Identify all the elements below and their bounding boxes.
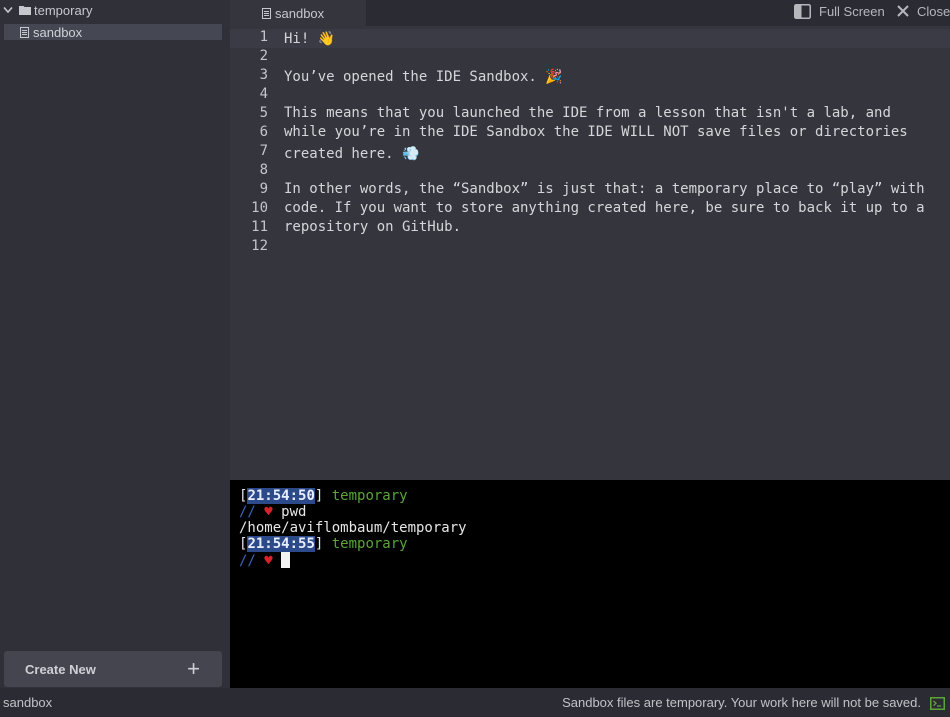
terminal-toggle-icon[interactable] bbox=[930, 697, 945, 710]
editor-line[interactable]: 11 repository on GitHub. bbox=[230, 219, 950, 238]
terminal-output-line: /home/aviflombaum/temporary bbox=[239, 520, 467, 536]
folder-label: temporary bbox=[34, 2, 93, 18]
prompt-slashes: // bbox=[239, 553, 256, 569]
line-number: 5 bbox=[259, 105, 268, 121]
editor-line[interactable]: 7 created here. 💨 bbox=[230, 143, 950, 162]
chevron-down-icon[interactable] bbox=[3, 6, 17, 14]
tab-bar: sandbox Full Screen Close bbox=[230, 0, 950, 26]
line-number: 2 bbox=[259, 48, 268, 64]
file-label: sandbox bbox=[33, 24, 83, 40]
status-project-name: sandbox bbox=[3, 695, 53, 710]
line-number: 4 bbox=[259, 86, 268, 102]
heart-icon: ♥ bbox=[264, 504, 273, 520]
file-icon bbox=[20, 26, 30, 38]
editor-line[interactable]: 9 In other words, the “Sandbox” is just … bbox=[230, 181, 950, 200]
prompt-directory: temporary bbox=[331, 536, 408, 552]
terminal-command: pwd bbox=[281, 504, 307, 520]
file-icon bbox=[262, 7, 271, 19]
line-number: 10 bbox=[251, 200, 268, 216]
file-tree-sidebar: temporary sandbox Create New + bbox=[0, 0, 230, 688]
close-label: Close bbox=[917, 3, 950, 19]
status-bar: sandbox Sandbox files are temporary. You… bbox=[0, 688, 950, 717]
editor-line[interactable]: 2 bbox=[230, 48, 950, 67]
terminal-prompt-line: [21:54:50] temporary bbox=[239, 488, 408, 504]
heart-icon: ♥ bbox=[264, 553, 273, 569]
prompt-slashes: // bbox=[239, 504, 256, 520]
line-number: 8 bbox=[259, 162, 268, 178]
editor-line[interactable]: 8 bbox=[230, 162, 950, 181]
fullscreen-label: Full Screen bbox=[819, 3, 885, 19]
fullscreen-icon bbox=[794, 3, 811, 19]
editor-line[interactable]: 12 bbox=[230, 238, 950, 257]
line-text: repository on GitHub. bbox=[284, 219, 462, 235]
editor-line[interactable]: 6 while you’re in the IDE Sandbox the ID… bbox=[230, 124, 950, 143]
line-text: This means that you launched the IDE fro… bbox=[284, 105, 891, 121]
line-text: You’ve opened the IDE Sandbox. 🎉 bbox=[284, 69, 563, 85]
prompt-directory: temporary bbox=[331, 488, 408, 504]
plus-icon: + bbox=[187, 656, 200, 681]
close-button[interactable]: Close bbox=[897, 0, 950, 22]
code-editor[interactable]: 1 Hi! 👋 2 3 You’ve opened the IDE Sandbo… bbox=[230, 26, 950, 480]
line-text: created here. 💨 bbox=[284, 146, 420, 162]
prompt-time: 21:54:55 bbox=[247, 536, 315, 552]
line-number: 1 bbox=[259, 29, 268, 45]
line-number: 6 bbox=[259, 124, 268, 140]
line-text: In other words, the “Sandbox” is just th… bbox=[284, 181, 925, 197]
line-number: 11 bbox=[251, 219, 268, 235]
tab-label: sandbox bbox=[275, 5, 325, 21]
terminal-command-line: // ♥ pwd bbox=[239, 504, 306, 520]
line-text: code. If you want to store anything crea… bbox=[284, 200, 925, 216]
editor-line[interactable]: 5 This means that you launched the IDE f… bbox=[230, 105, 950, 124]
editor-line[interactable]: 4 bbox=[230, 86, 950, 105]
terminal-panel[interactable]: [21:54:50] temporary // ♥ pwd /home/avif… bbox=[230, 480, 950, 688]
line-number: 3 bbox=[259, 67, 268, 83]
status-message: Sandbox files are temporary. Your work h… bbox=[562, 695, 921, 710]
terminal-cursor bbox=[281, 552, 291, 568]
tree-folder-temporary[interactable]: temporary bbox=[0, 0, 230, 20]
terminal-input-line[interactable]: // ♥ bbox=[239, 552, 291, 569]
folder-icon bbox=[19, 5, 31, 15]
editor-line[interactable]: 1 Hi! 👋 bbox=[230, 29, 950, 48]
editor-line[interactable]: 10 code. If you want to store anything c… bbox=[230, 200, 950, 219]
line-text: Hi! 👋 bbox=[284, 31, 336, 47]
create-new-label: Create New bbox=[25, 661, 96, 677]
tree-file-sandbox[interactable]: sandbox bbox=[4, 24, 222, 40]
prompt-time: 21:54:50 bbox=[247, 488, 315, 504]
line-number: 12 bbox=[251, 238, 268, 254]
editor-line[interactable]: 3 You’ve opened the IDE Sandbox. 🎉 bbox=[230, 67, 950, 86]
line-number: 7 bbox=[259, 143, 268, 159]
terminal-prompt-line: [21:54:55] temporary bbox=[239, 536, 408, 552]
line-text: while you’re in the IDE Sandbox the IDE … bbox=[284, 124, 908, 140]
tab-sandbox[interactable]: sandbox bbox=[230, 0, 366, 26]
create-new-button[interactable]: Create New + bbox=[4, 651, 222, 687]
fullscreen-button[interactable]: Full Screen bbox=[794, 0, 885, 22]
close-icon bbox=[897, 5, 909, 17]
line-number: 9 bbox=[259, 181, 268, 197]
